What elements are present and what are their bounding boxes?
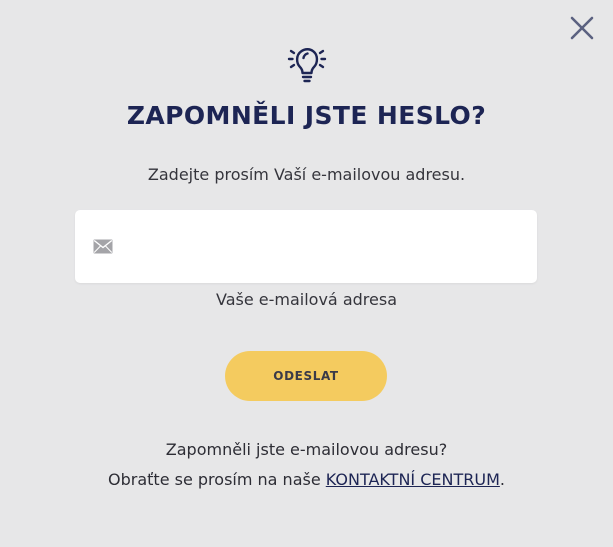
page-title: ZAPOMNĚLI JSTE HESLO?	[126, 101, 487, 130]
email-field-label: Vaše e-mailová adresa	[216, 290, 397, 309]
contact-text-prefix: Obraťte se prosím na naše	[108, 470, 326, 489]
envelope-icon	[93, 239, 113, 254]
forgot-email-text: Zapomněli jste e-mailovou adresu?	[165, 440, 448, 459]
contact-text: Obraťte se prosím na naše KONTAKTNÍ CENT…	[0, 470, 613, 489]
email-input[interactable]	[125, 210, 525, 283]
forgot-password-dialog: ZAPOMNĚLI JSTE HESLO? Zadejte prosím Vaš…	[0, 0, 613, 547]
lightbulb-icon	[287, 48, 327, 83]
close-icon[interactable]	[566, 12, 598, 44]
contact-text-suffix: .	[499, 470, 505, 489]
email-field-container[interactable]	[75, 210, 537, 283]
instruction-text: Zadejte prosím Vaší e-mailovou adresu.	[147, 165, 466, 184]
submit-button[interactable]: ODESLAT	[225, 351, 387, 401]
contact-center-link[interactable]: KONTAKTNÍ CENTRUM	[326, 470, 500, 489]
